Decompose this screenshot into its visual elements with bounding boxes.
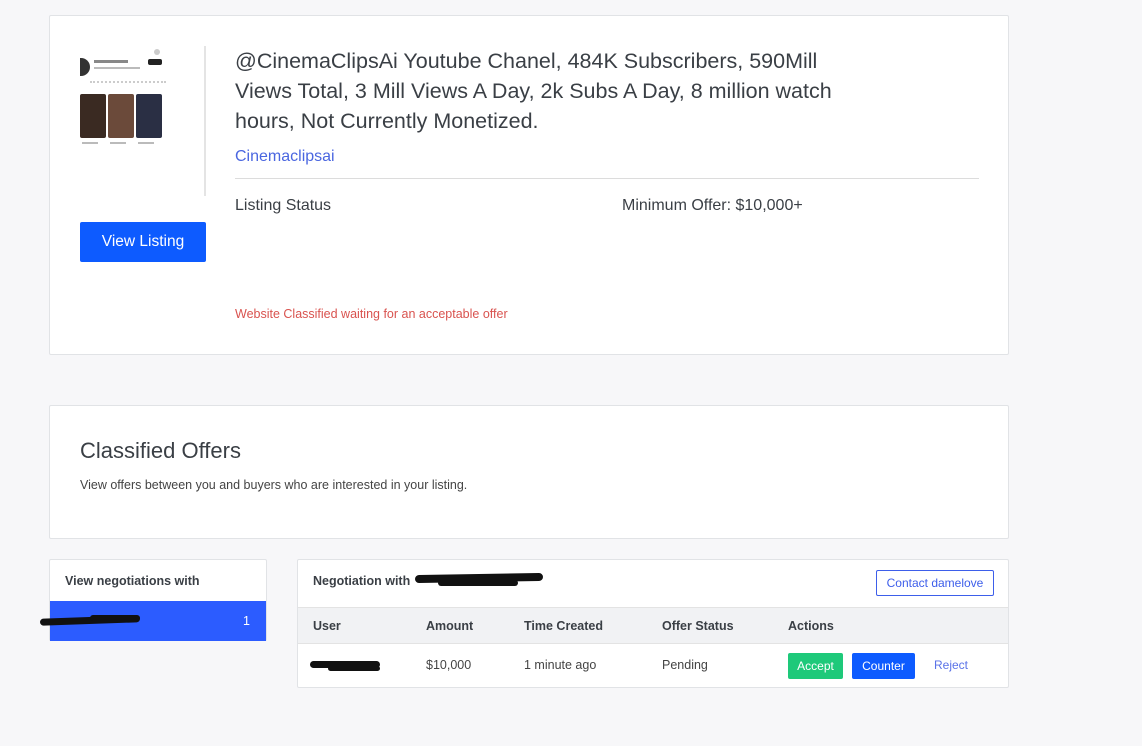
table-header: User Amount Time Created Offer Status Ac… [298,607,1008,644]
negotiation-panel: Negotiation with Contact damelove User A… [297,559,1009,688]
video-thumb [108,94,134,138]
accept-button[interactable]: Accept [788,653,843,679]
classified-offers-card: Classified Offers View offers between yo… [49,405,1009,539]
minimum-offer: Minimum Offer: $10,000+ [622,197,803,214]
column-actions: Actions [788,619,834,633]
listing-status-label: Listing Status [235,197,332,214]
listing-title: @CinemaClipsAi Youtube Chanel, 484K Subs… [235,49,832,133]
counter-button[interactable]: Counter [852,653,915,679]
column-amount: Amount [426,619,474,633]
column-user: User [313,619,341,633]
video-thumb [136,94,162,138]
column-time-created: Time Created [524,619,603,633]
listing-card: View Listing @CinemaClipsAi Youtube Chan… [49,15,1009,355]
channel-avatar [80,58,90,76]
reject-button[interactable]: Reject [934,658,968,672]
offers-description: View offers between you and buyers who a… [80,478,468,492]
negotiation-title: Negotiation with [313,574,411,588]
offer-status: Pending [662,658,708,672]
negotiation-count: 1 [243,614,250,628]
divider [235,178,979,179]
sidebar-heading: View negotiations with [65,574,200,588]
offer-time: 1 minute ago [524,658,597,672]
column-offer-status: Offer Status [662,619,734,633]
listing-status-message: Website Classified waiting for an accept… [235,307,508,321]
view-listing-button[interactable]: View Listing [80,222,206,262]
offers-title: Classified Offers [80,438,241,463]
offer-amount: $10,000 [426,658,472,672]
contact-seller-button[interactable]: Contact damelove [876,570,994,596]
sidebar-item-negotiation[interactable]: 1 [39,601,266,641]
channel-link[interactable]: Cinemaclipsai [235,148,335,166]
negotiations-sidebar: View negotiations with 1 [39,559,267,641]
listing-thumbnail[interactable] [80,46,206,196]
video-thumb [80,94,106,138]
